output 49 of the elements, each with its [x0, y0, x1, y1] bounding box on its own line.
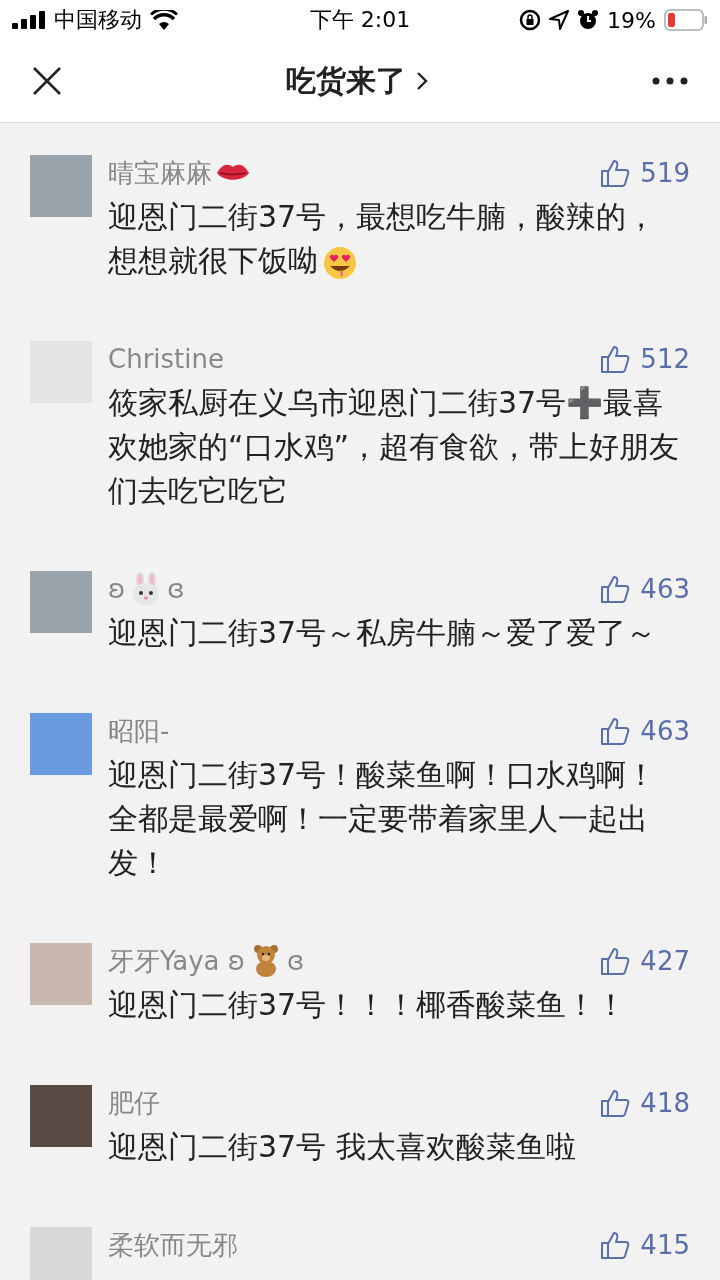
avatar-photo-placeholder[interactable]: [30, 713, 92, 775]
avatar-photo-placeholder[interactable]: [30, 943, 92, 1005]
like-count[interactable]: 427: [600, 946, 690, 976]
avatar-photo-placeholder[interactable]: [30, 155, 92, 217]
thumbs-up-icon: [600, 158, 631, 188]
user-name: 肥仔: [108, 1086, 160, 1120]
thumbs-up-icon: [600, 1088, 631, 1118]
close-icon: [32, 66, 62, 96]
thumbs-up-icon: [600, 946, 631, 976]
like-count[interactable]: 415: [600, 1230, 690, 1260]
avatar-photo-placeholder[interactable]: [30, 571, 92, 633]
user-name: ʚ: [108, 574, 126, 604]
user-name: 牙牙Yaya ʚ: [108, 944, 246, 978]
user-name: ɞ: [287, 946, 305, 976]
like-count[interactable]: 463: [600, 716, 690, 746]
like-count[interactable]: 519: [600, 158, 690, 188]
comment-text: 迎恩门二街37号，最想吃牛腩，酸辣的，想想就很下饭呦: [108, 195, 683, 283]
comment-text: 迎恩门二街37号～私房牛腩～爱了爱了～: [108, 614, 658, 652]
thumbs-up-icon: [600, 1230, 631, 1260]
comment-text: 迎恩门二街37号！！！椰香酸菜鱼！！: [108, 986, 628, 1024]
battery-percent: 19%: [607, 7, 656, 33]
heart-eyes-face-icon: [322, 244, 358, 281]
thumbs-up-icon: [600, 716, 631, 746]
like-count[interactable]: 418: [600, 1088, 690, 1118]
comment-text: 迎恩门二街37号！酸菜鱼啊！口水鸡啊！全都是最爱啊！一定要带着家里人一起出发！: [108, 756, 658, 882]
user-name: 柔软而无邪: [108, 1228, 238, 1262]
signal-icon: [12, 11, 46, 29]
user-name: 昭阳-: [108, 714, 170, 748]
chevron-right-icon: [416, 71, 428, 91]
comment-text: 筱家私厨在义乌市迎恩门二街37号➕最喜欢她家的“口水鸡”，超有食欲，带上好朋友们去吃它吃它: [108, 384, 681, 510]
avatar-photo-placeholder[interactable]: [30, 1227, 92, 1280]
clock-time: 下午 2:01: [309, 6, 411, 34]
like-count[interactable]: 512: [600, 344, 690, 374]
carrier-name: 中国移动: [54, 6, 142, 34]
user-name: ɞ: [167, 574, 185, 604]
wifi-icon: [150, 10, 178, 30]
thumbs-up-icon: [600, 344, 631, 374]
user-name: Christine: [108, 344, 224, 374]
location-arrow-icon: [549, 10, 570, 30]
rotation-lock-icon: [519, 9, 542, 31]
battery-icon: [664, 9, 708, 31]
page-title[interactable]: 吃货来了: [286, 60, 428, 102]
user-name: 晴宝麻麻: [108, 156, 212, 190]
avatar-photo-placeholder[interactable]: [30, 1085, 92, 1147]
alarm-clock-icon: [577, 9, 600, 31]
comment-text: 迎恩门二街37号 我太喜欢酸菜鱼啦: [108, 1128, 577, 1166]
more-icon: [652, 77, 688, 85]
thumbs-up-icon: [600, 574, 631, 604]
like-count[interactable]: 463: [600, 574, 690, 604]
